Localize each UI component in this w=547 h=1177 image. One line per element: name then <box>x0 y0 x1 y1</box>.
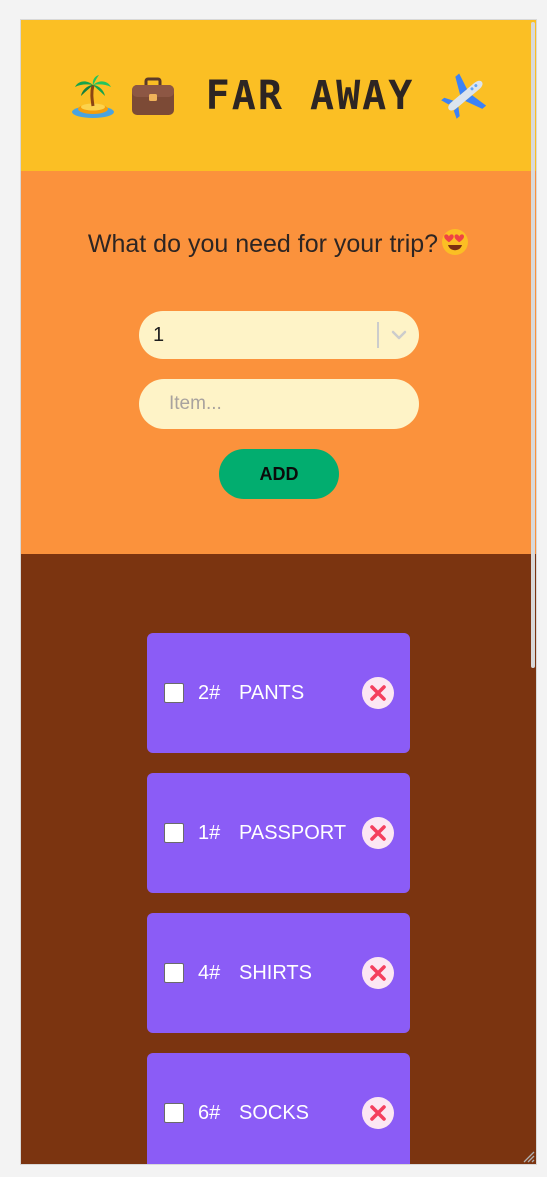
briefcase-icon <box>128 71 178 121</box>
add-item-form: What do you need for your trip? 1 ADD <box>21 171 536 554</box>
delete-item-button[interactable] <box>362 677 394 709</box>
airplane-icon <box>440 71 490 121</box>
item-name: pants <box>239 681 305 704</box>
item-quantity: 6# <box>198 1101 221 1124</box>
quantity-value: 1 <box>153 323 165 346</box>
app-header: FAR AWAY <box>21 20 536 171</box>
resize-handle-icon[interactable] <box>519 1147 535 1163</box>
chevron-down-icon[interactable] <box>379 326 419 344</box>
close-icon <box>370 825 386 841</box>
quantity-select[interactable]: 1 <box>139 311 419 359</box>
item-quantity: 1# <box>198 821 221 844</box>
add-button[interactable]: ADD <box>219 449 339 499</box>
island-palm-icon <box>68 71 118 121</box>
form-question-text: What do you need for your trip? <box>87 230 439 258</box>
packed-checkbox[interactable] <box>164 683 184 703</box>
close-icon <box>370 965 386 981</box>
scrollbar[interactable] <box>531 22 535 668</box>
close-icon <box>370 1105 386 1121</box>
packed-checkbox[interactable] <box>164 963 184 983</box>
item-input[interactable] <box>139 379 419 429</box>
item-name: socks <box>239 1101 310 1124</box>
list-item: 2# pants <box>147 633 410 753</box>
close-icon <box>370 685 386 701</box>
app-title: FAR AWAY <box>205 72 415 119</box>
list-item: 4# shirts <box>147 913 410 1033</box>
delete-item-button[interactable] <box>362 817 394 849</box>
list-item: 6# socks <box>147 1053 410 1164</box>
item-name: shirts <box>239 961 312 984</box>
packed-checkbox[interactable] <box>164 823 184 843</box>
list-item: 1# passport <box>147 773 410 893</box>
delete-item-button[interactable] <box>362 957 394 989</box>
item-quantity: 4# <box>198 961 221 984</box>
app-frame: FAR AWAY What do you need for your trip? <box>20 19 537 1165</box>
item-quantity: 2# <box>198 681 221 704</box>
packed-checkbox[interactable] <box>164 1103 184 1123</box>
item-name: passport <box>239 821 347 844</box>
heart-eyes-icon <box>440 227 470 257</box>
packing-list: 2# pants 1# passport 4# shirts 6# s <box>21 554 536 1164</box>
form-question: What do you need for your trip? <box>21 227 536 259</box>
delete-item-button[interactable] <box>362 1097 394 1129</box>
